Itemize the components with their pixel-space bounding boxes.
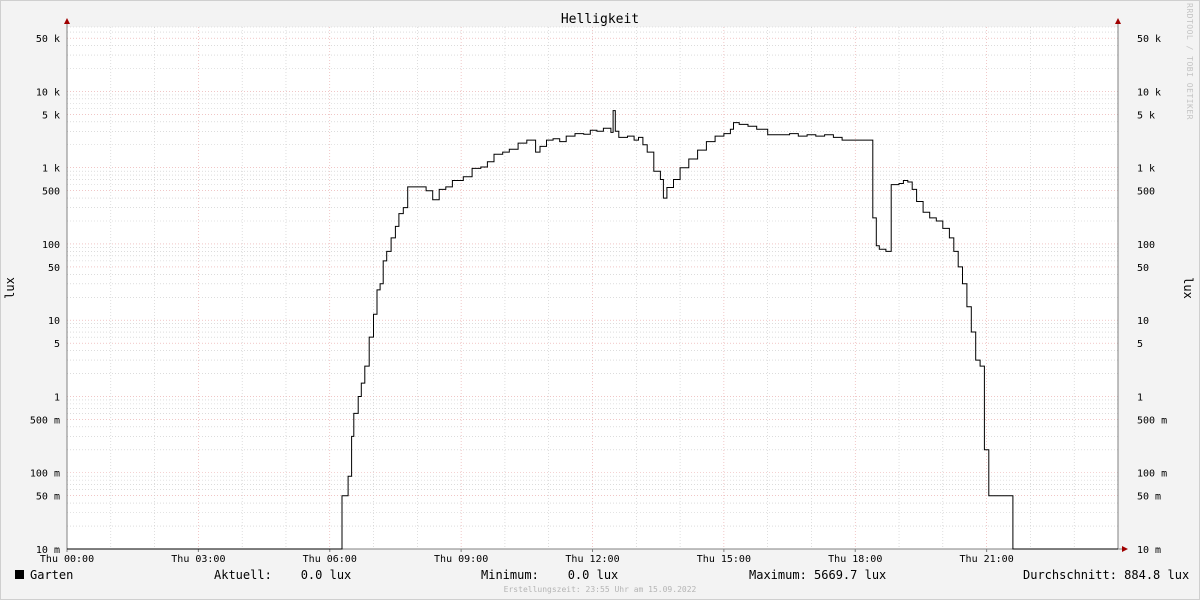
legend-swatch (15, 570, 24, 579)
y-tick-label-left: 5 (54, 339, 60, 350)
x-tick-label: Thu 18:00 (828, 554, 882, 565)
chart-svg: 50 k 50 k 10 k 10 k 5 k 5 k 1 k 1 k 500 500 100 100… (3, 12, 1195, 565)
y-tick-label-right: 5 (1137, 339, 1143, 350)
y-axis-label-left: lux (3, 277, 17, 299)
legend-minimum: Minimum: 0.0 lux (481, 568, 619, 582)
y-axis-right-arrow (1115, 18, 1121, 24)
watermark: RRDTOOL / TOBI OETIKER (1185, 3, 1194, 120)
y-tick-label-right: 100 (1137, 240, 1155, 251)
legend-average: Durchschnitt: 884.8 lux (1023, 568, 1190, 582)
y-tick-label-left: 10 k (36, 87, 60, 98)
y-tick-label-left: 10 (48, 316, 60, 327)
footer-timestamp: Erstellungszeit: 23:55 Uhr am 15.09.2022 (503, 585, 697, 594)
x-tick-label: Thu 03:00 (171, 554, 225, 565)
y-tick-label-left: 1 (54, 392, 60, 403)
y-tick-label-right: 100 m (1137, 469, 1167, 480)
y-tick-label-right: 1 (1137, 392, 1143, 403)
y-tick-label-right: 50 m (1137, 492, 1161, 503)
y-tick-label-right: 5 k (1137, 110, 1155, 121)
x-tick-label: Thu 06:00 (303, 554, 357, 565)
y-tick-label-left: 5 k (42, 110, 60, 121)
y-tick-label-right: 10 (1137, 316, 1149, 327)
y-tick-label-left: 100 (42, 240, 60, 251)
y-tick-label-left: 1 k (42, 164, 60, 175)
y-tick-label-left: 50 (48, 263, 60, 274)
y-tick-label-left: 100 m (30, 469, 60, 480)
y-tick-label-right: 50 k (1137, 34, 1161, 45)
y-tick-label-left: 500 m (30, 415, 60, 426)
x-tick-label: Thu 09:00 (434, 554, 488, 565)
x-tick-label: Thu 00:00 (40, 554, 94, 565)
y-tick-label-right: 10 k (1137, 87, 1161, 98)
x-tick-label: Thu 15:00 (697, 554, 751, 565)
y-tick-label-right: 50 (1137, 263, 1149, 274)
x-tick-label: Thu 21:00 (960, 554, 1014, 565)
x-tick-label: Thu 12:00 (565, 554, 619, 565)
legend-current: Aktuell: 0.0 lux (214, 568, 352, 582)
y-tick-label-right: 500 m (1137, 415, 1167, 426)
y-tick-label-right: 10 m (1137, 545, 1161, 556)
x-axis-arrow (1122, 546, 1128, 552)
y-tick-label-left: 50 m (36, 492, 60, 503)
y-axis-label-right: lux (1181, 277, 1195, 299)
chart-title: Helligkeit (561, 12, 639, 27)
y-tick-label-left: 500 (42, 187, 60, 198)
y-tick-label-right: 1 k (1137, 164, 1155, 175)
legend-maximum: Maximum: 5669.7 lux (749, 568, 887, 582)
legend-series-name: Garten (30, 568, 74, 582)
y-tick-label-right: 500 (1137, 187, 1155, 198)
y-axis-left-arrow (64, 18, 70, 24)
y-tick-label-left: 50 k (36, 34, 60, 45)
